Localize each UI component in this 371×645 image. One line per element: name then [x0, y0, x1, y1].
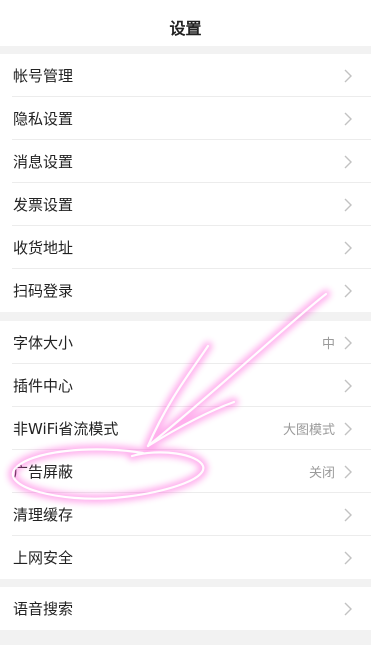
settings-item-value: 大图模式 [282, 423, 335, 438]
settings-item-scan-login[interactable]: 扫码登录 [0, 269, 371, 312]
chevron-right-icon [342, 465, 354, 479]
settings-item-label: 插件中心 [13, 377, 74, 395]
settings-item-ad-block[interactable]: 广告屏蔽 关闭 [0, 450, 371, 493]
settings-item-font-size[interactable]: 字体大小 中 [0, 321, 371, 364]
settings-group-voice: 语音搜索 [0, 587, 371, 630]
settings-item-label: 发票设置 [13, 196, 74, 214]
page-title: 设置 [169, 19, 202, 38]
settings-item-label: 字体大小 [13, 334, 74, 352]
chevron-right-icon [342, 551, 354, 565]
settings-item-label: 帐号管理 [13, 67, 74, 85]
settings-group-browsing: 字体大小 中 插件中心 非WiFi省流模式 大图模式 广告屏蔽 关闭 清理缓存 … [0, 321, 371, 579]
settings-item-shipping-address[interactable]: 收货地址 [0, 226, 371, 269]
chevron-right-icon [342, 112, 354, 126]
settings-item-browsing-security[interactable]: 上网安全 [0, 536, 371, 579]
settings-item-value: 中 [321, 337, 335, 352]
settings-item-label: 隐私设置 [13, 110, 74, 128]
settings-item-invoice[interactable]: 发票设置 [0, 183, 371, 226]
header-bar: 设置 [0, 0, 371, 46]
chevron-right-icon [342, 284, 354, 298]
chevron-right-icon [342, 508, 354, 522]
settings-item-clear-cache[interactable]: 清理缓存 [0, 493, 371, 536]
chevron-right-icon [342, 379, 354, 393]
settings-item-label: 消息设置 [13, 153, 74, 171]
settings-item-label: 非WiFi省流模式 [13, 420, 119, 438]
chevron-right-icon [342, 422, 354, 436]
settings-item-label: 扫码登录 [13, 282, 74, 300]
chevron-right-icon [342, 336, 354, 350]
settings-item-label: 语音搜索 [13, 600, 74, 618]
settings-item-data-saver[interactable]: 非WiFi省流模式 大图模式 [0, 407, 371, 450]
settings-item-account-management[interactable]: 帐号管理 [0, 54, 371, 97]
settings-item-label: 广告屏蔽 [13, 463, 74, 481]
settings-item-label: 收货地址 [13, 239, 74, 257]
settings-item-privacy[interactable]: 隐私设置 [0, 97, 371, 140]
chevron-right-icon [342, 241, 354, 255]
settings-item-label: 上网安全 [13, 549, 74, 567]
chevron-right-icon [342, 198, 354, 212]
settings-item-messages[interactable]: 消息设置 [0, 140, 371, 183]
settings-group-account: 帐号管理 隐私设置 消息设置 发票设置 收货地址 扫码登录 [0, 54, 371, 312]
chevron-right-icon [342, 155, 354, 169]
settings-item-plugin-center[interactable]: 插件中心 [0, 364, 371, 407]
settings-item-value: 关闭 [308, 466, 335, 481]
chevron-right-icon [342, 69, 354, 83]
settings-item-label: 清理缓存 [13, 506, 74, 524]
chevron-right-icon [342, 602, 354, 616]
settings-item-voice-search[interactable]: 语音搜索 [0, 587, 371, 630]
